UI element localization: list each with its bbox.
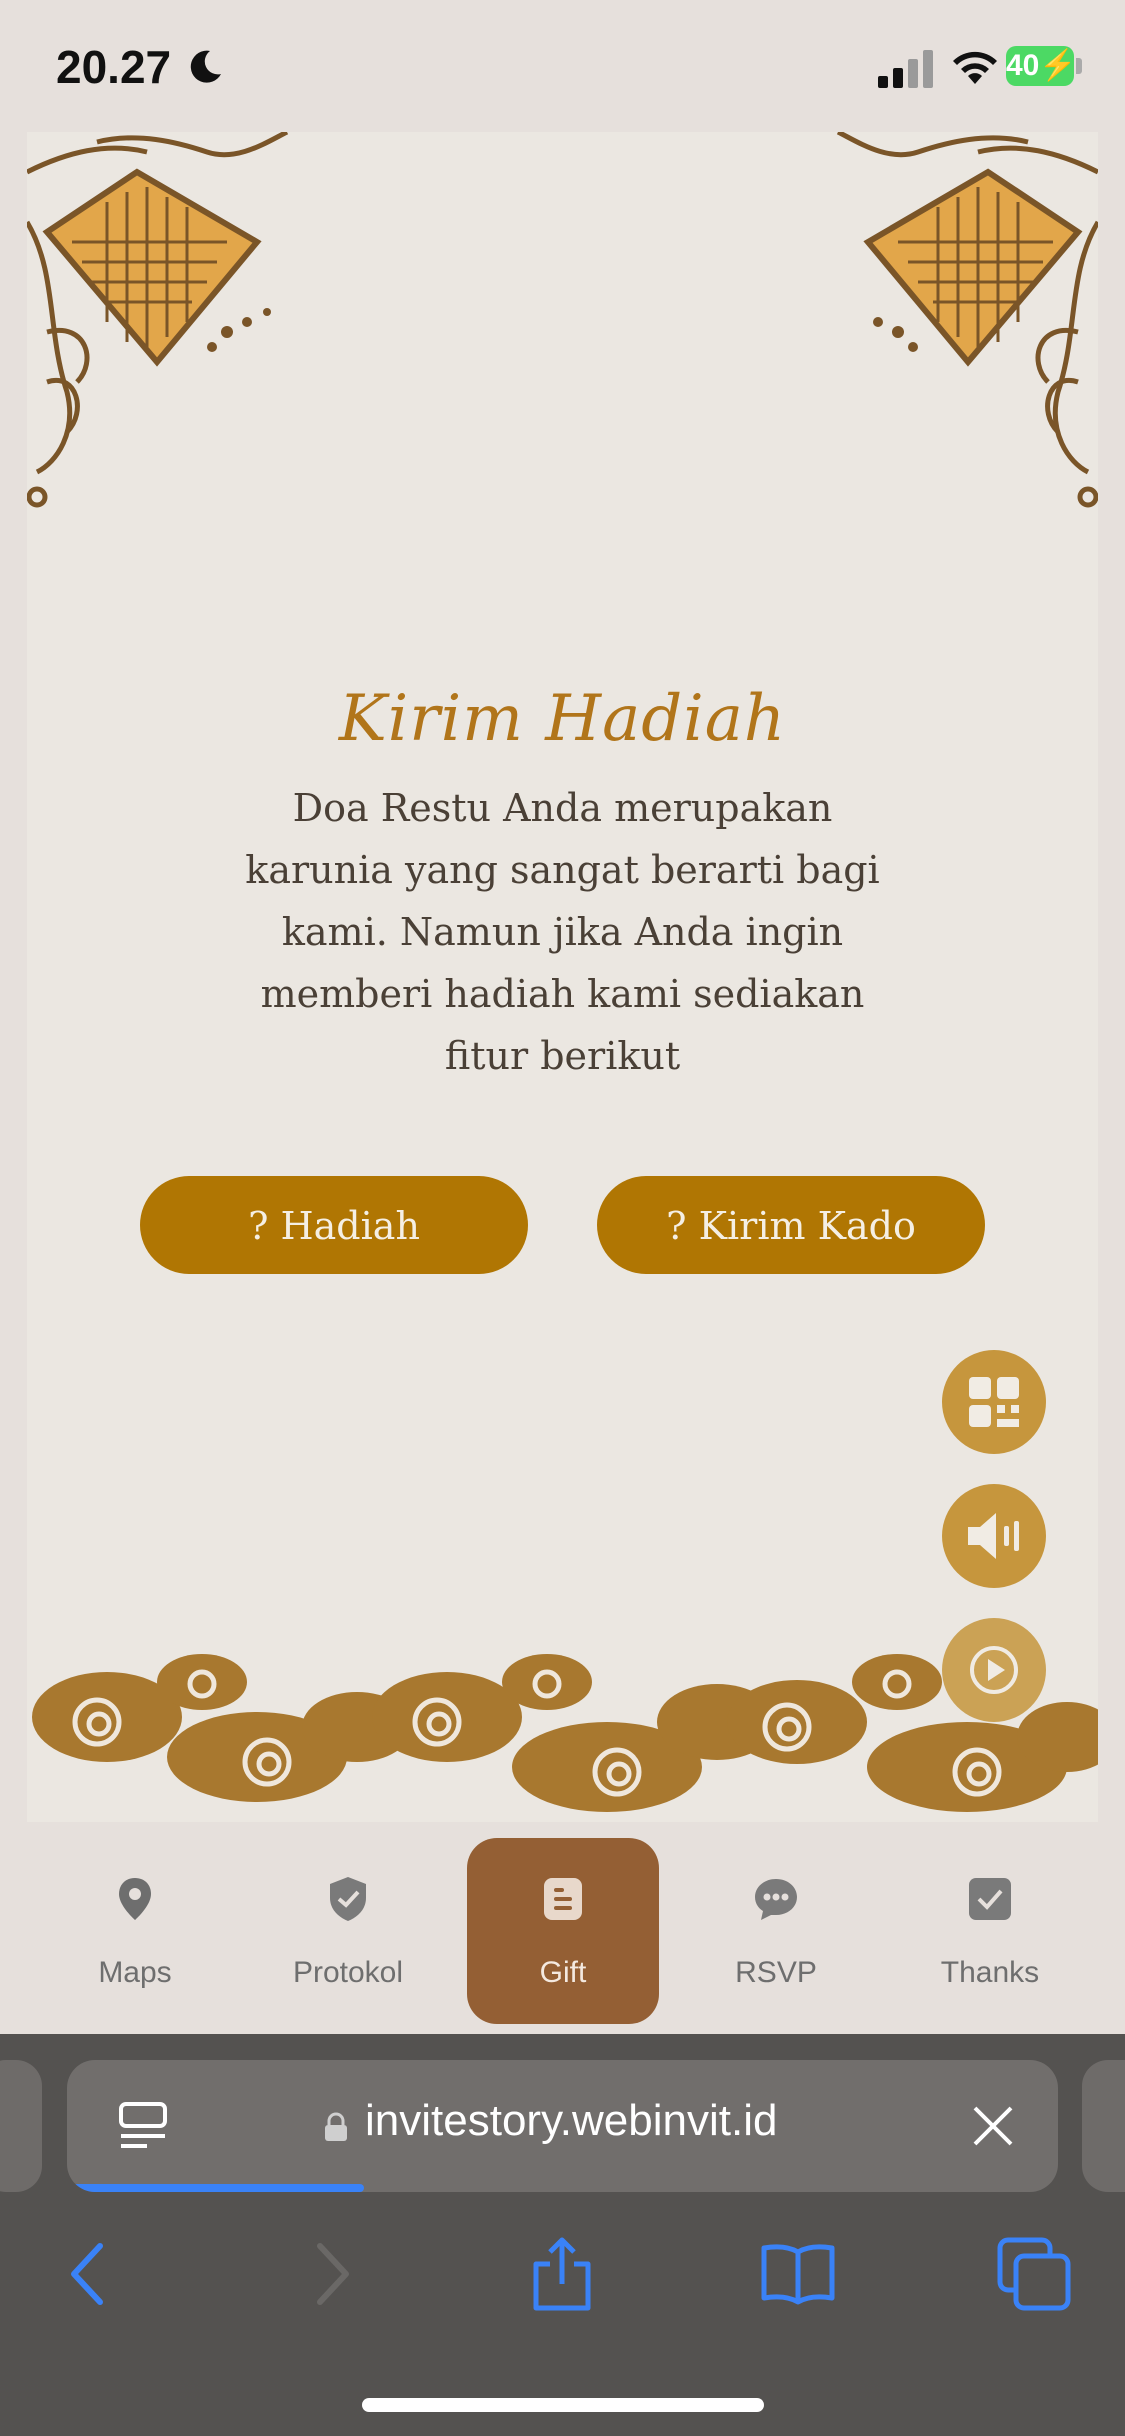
nav-item-thanks[interactable]: Thanks xyxy=(894,1838,1086,2024)
nav-label-thanks: Thanks xyxy=(940,1956,1040,1989)
play-button[interactable] xyxy=(942,1618,1046,1722)
battery-level: 40⚡ xyxy=(1006,46,1077,86)
hadiah-button[interactable]: ? Hadiah xyxy=(140,1176,528,1274)
play-icon xyxy=(970,1646,1018,1694)
status-time: 20.27 xyxy=(56,41,172,93)
previous-tab-preview[interactable] xyxy=(0,2060,42,2192)
status-bar: 20.27 40⚡ xyxy=(0,0,1125,132)
back-icon[interactable] xyxy=(50,2234,130,2314)
nav-label-protokol: Protokol xyxy=(292,1956,404,1989)
nav-item-rsvp[interactable]: RSVP xyxy=(680,1838,872,2024)
page-content: Kirim Hadiah Doa Restu Anda merupakan ka… xyxy=(27,132,1098,1822)
moon-icon xyxy=(190,50,221,83)
shield-check-icon xyxy=(330,1877,366,1921)
browser-chrome: invitestory.webinvit.id xyxy=(0,2034,1125,2436)
bookmarks-icon[interactable] xyxy=(758,2234,838,2314)
nav-label-maps: Maps xyxy=(98,1956,172,1989)
share-icon[interactable] xyxy=(522,2234,602,2314)
bottom-navigation: Maps Protokol Gift RSVP Thanks xyxy=(0,1822,1125,2034)
qr-code-icon xyxy=(969,1377,1019,1427)
batik-ornament-left xyxy=(27,132,289,508)
lock-icon xyxy=(325,2112,347,2141)
nav-item-protokol[interactable]: Protokol xyxy=(252,1838,444,2024)
home-indicator[interactable] xyxy=(362,2398,764,2412)
check-square-icon xyxy=(969,1878,1011,1920)
map-pin-icon xyxy=(119,1878,151,1920)
next-tab-preview[interactable] xyxy=(1082,2060,1125,2192)
kirim-kado-button[interactable]: ? Kirim Kado xyxy=(597,1176,985,1274)
cloud-ornament xyxy=(32,1654,1098,1812)
tabs-icon[interactable] xyxy=(994,2234,1074,2314)
page-load-progress xyxy=(67,2184,365,2192)
reader-mode-icon[interactable] xyxy=(117,2100,169,2154)
gift-section-title: Kirim Hadiah xyxy=(338,682,787,756)
battery-charging-icon: 40⚡ xyxy=(1006,46,1082,86)
signal-icon xyxy=(878,50,933,88)
gift-section-description: Doa Restu Anda merupakan karunia yang sa… xyxy=(245,786,880,1078)
batik-ornament-right xyxy=(836,132,1098,508)
chat-bubble-icon xyxy=(755,1879,797,1920)
audio-toggle-button[interactable] xyxy=(942,1484,1046,1588)
document-icon xyxy=(544,1878,582,1920)
url-text: invitestory.webinvit.id xyxy=(365,2096,778,2145)
speaker-icon xyxy=(968,1513,1019,1559)
close-icon[interactable] xyxy=(971,2104,1015,2148)
nav-item-maps[interactable]: Maps xyxy=(39,1838,231,2024)
qr-code-button[interactable] xyxy=(942,1350,1046,1454)
battery-cap xyxy=(1076,58,1082,74)
nav-item-gift[interactable]: Gift xyxy=(467,1838,659,2024)
wifi-icon xyxy=(953,51,997,84)
nav-label-gift: Gift xyxy=(539,1956,587,1989)
address-bar[interactable]: invitestory.webinvit.id xyxy=(67,2060,1058,2192)
nav-label-rsvp: RSVP xyxy=(735,1956,817,1989)
forward-icon[interactable] xyxy=(290,2234,370,2314)
